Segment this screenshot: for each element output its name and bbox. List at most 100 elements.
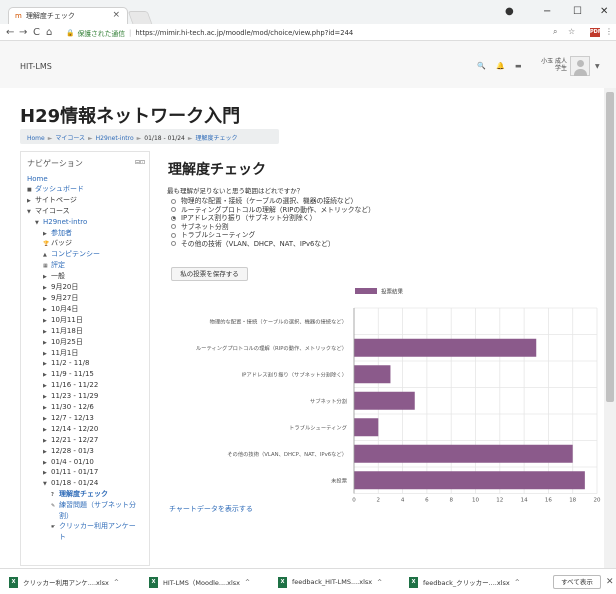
scrollbar-thumb[interactable] xyxy=(606,92,614,402)
nav-tree-item[interactable]: ▶ 11/30 - 12/6 xyxy=(27,403,147,414)
user-menu-name[interactable]: 小玉 成人 学生 xyxy=(537,58,567,72)
back-icon[interactable]: ← xyxy=(6,27,14,38)
nav-tree-item[interactable]: ■ ダッシュボード xyxy=(27,185,147,196)
download-options-caret-icon[interactable]: ^ xyxy=(515,579,520,586)
browser-tab[interactable]: m 理解度チェック × xyxy=(8,7,128,24)
nav-tree-item[interactable]: ▼ H29net-intro xyxy=(27,218,147,229)
page-scrollbar[interactable] xyxy=(604,88,616,568)
nav-tree-item[interactable]: ▶ 12/7 - 12/13 xyxy=(27,414,147,425)
site-brand[interactable]: HIT-LMS xyxy=(20,62,52,71)
nav-tree-item[interactable]: ▶ 10月4日 xyxy=(27,305,147,316)
choice-option[interactable]: ルーティングプロトコルの理解（RIPの動作、メトリックなど） xyxy=(171,206,375,215)
new-tab-button[interactable] xyxy=(127,11,153,24)
download-shelf: X クリッカー利用アンケ....xlsx ^ X HIT-LMS（Moodle....x… xyxy=(0,568,616,594)
nav-tree-item[interactable]: ▶ 11月1日 xyxy=(27,349,147,360)
forward-icon[interactable]: → xyxy=(19,27,27,38)
radio-button[interactable] xyxy=(171,207,176,213)
nav-tree-arrow-icon: ▼ xyxy=(43,481,47,488)
user-menu-caret-icon[interactable]: ▼ xyxy=(595,63,600,70)
x-tick-label: 14 xyxy=(521,498,528,504)
nav-tree-item[interactable]: ▶ 11月18日 xyxy=(27,327,147,338)
search-icon[interactable]: 🔍 xyxy=(477,62,486,70)
pdf-extension-icon[interactable]: PDF xyxy=(590,28,601,37)
choice-option[interactable]: 物理的な配置・接続（ケーブルの選択、機器の接続など） xyxy=(171,197,375,206)
excel-file-icon: X xyxy=(9,576,18,588)
show-all-downloads-button[interactable]: すべて表示 xyxy=(553,575,601,589)
radio-button[interactable] xyxy=(171,241,176,247)
url-field[interactable]: 🔒 保護された通信 | https://mimir.hi-tech.ac.jp/… xyxy=(62,26,588,39)
nav-tree-item[interactable]: ▶ 11/9 - 11/15 xyxy=(27,370,147,381)
nav-tree-item[interactable]: Home xyxy=(27,175,147,185)
download-item[interactable]: Xfeedback_HIT-LMS....xlsx ^ xyxy=(278,575,382,589)
message-icon[interactable]: ▬ xyxy=(515,62,522,70)
nav-tree-item[interactable]: ▼ マイコース xyxy=(27,207,147,218)
download-options-caret-icon[interactable]: ^ xyxy=(377,579,382,586)
breadcrumb-item[interactable]: H29net-intro xyxy=(96,135,134,142)
nav-tree-item[interactable]: ☛ クリッカー利用アンケー xyxy=(27,522,147,533)
nav-tree-item[interactable]: ▶ 11/2 - 11/8 xyxy=(27,359,147,370)
nav-tree-item[interactable]: ▶ 01/4 - 01/10 xyxy=(27,458,147,469)
nav-tree-item[interactable]: ▶ 参加者 xyxy=(27,229,147,240)
download-options-caret-icon[interactable]: ^ xyxy=(245,579,250,586)
nav-tree-label: ト xyxy=(59,532,66,541)
nav-tree-label: 10月4日 xyxy=(51,304,79,313)
nav-tree-item[interactable]: ▶ 10月25日 xyxy=(27,338,147,349)
minimize-icon[interactable]: − xyxy=(543,6,551,17)
notification-bell-icon[interactable]: 🔔 xyxy=(496,62,505,70)
nav-tree-item[interactable]: ト xyxy=(27,533,147,543)
choice-option[interactable]: その他の技術（VLAN、DHCP、NAT、IPv6など） xyxy=(171,240,375,249)
breadcrumb-separator-icon: ► xyxy=(136,135,142,142)
radio-button[interactable] xyxy=(171,224,176,230)
radio-button[interactable] xyxy=(171,232,176,238)
download-item[interactable]: X クリッカー利用アンケ....xlsx ^ xyxy=(9,575,119,589)
nav-tree-item[interactable]: ▶ 11/23 - 11/29 xyxy=(27,392,147,403)
radio-button[interactable] xyxy=(171,198,176,204)
browser-titlebar: m 理解度チェック × ● − ☐ ✕ xyxy=(0,0,616,24)
breadcrumb-item[interactable]: マイコース xyxy=(55,135,85,142)
nav-tree-item[interactable]: ? 理解度チェック xyxy=(27,490,147,501)
bookmark-star-icon[interactable]: ☆ xyxy=(568,27,575,36)
user-profile-icon[interactable]: ● xyxy=(505,6,514,17)
nav-tree-item[interactable]: 割） xyxy=(27,512,147,522)
reload-icon[interactable]: C xyxy=(33,27,40,38)
radio-button[interactable] xyxy=(171,215,176,221)
save-vote-button[interactable]: 私の投票を保存する xyxy=(171,267,248,281)
nav-tree-label: 11月1日 xyxy=(51,348,79,357)
avatar[interactable] xyxy=(570,56,590,76)
nav-tree-item[interactable]: ✎ 練習問題（サブネット分 xyxy=(27,501,147,512)
browser-menu-icon[interactable]: ⋮ xyxy=(605,27,613,36)
nav-tree-item[interactable]: ▶ 10月11日 xyxy=(27,316,147,327)
choice-option-label: サブネット分割 xyxy=(181,222,229,231)
breadcrumb-item[interactable]: Home xyxy=(27,135,45,142)
nav-tree-label: 9月27日 xyxy=(51,293,79,302)
close-window-icon[interactable]: ✕ xyxy=(600,6,608,17)
choice-option[interactable]: トラブルシューティング xyxy=(171,231,375,240)
breadcrumb-item[interactable]: 理解度チェック xyxy=(195,135,237,142)
choice-option[interactable]: サブネット分割 xyxy=(171,223,375,232)
nav-tree-item[interactable]: ▶ 12/28 - 01/3 xyxy=(27,447,147,458)
home-icon[interactable]: ⌂ xyxy=(46,27,52,38)
nav-tree-item[interactable]: ▶ 12/14 - 12/20 xyxy=(27,425,147,436)
nav-tree-item[interactable]: ▶ 01/11 - 01/17 xyxy=(27,468,147,479)
nav-tree-label: 11/9 - 11/15 xyxy=(51,370,94,379)
nav-tree-item[interactable]: ▶ 一般 xyxy=(27,272,147,283)
nav-tree-item[interactable]: ▶ 9月27日 xyxy=(27,294,147,305)
download-item[interactable]: Xfeedback_クリッカー....xlsx ^ xyxy=(409,575,520,589)
tab-close-icon[interactable]: × xyxy=(112,10,120,20)
close-download-shelf-icon[interactable]: ✕ xyxy=(606,577,614,587)
nav-tree-item[interactable]: ▲ コンピテンシー xyxy=(27,250,147,261)
download-item[interactable]: X HIT-LMS（Moodle....xlsx ^ xyxy=(149,575,250,589)
nav-tree-item[interactable]: ▶ 9月20日 xyxy=(27,283,147,294)
choice-option[interactable]: IPアドレス割り振り（サブネット分割除く） xyxy=(171,214,375,223)
zoom-icon[interactable]: ⌕ xyxy=(553,27,557,37)
show-chart-data-link[interactable]: チャートデータを表示する xyxy=(169,504,253,514)
maximize-icon[interactable]: ☐ xyxy=(573,6,582,17)
nav-tree-item[interactable]: ▦ 評定 xyxy=(27,261,147,272)
block-controls-icon[interactable]: ⊟⊡ xyxy=(135,159,145,166)
nav-tree-item[interactable]: ▼ 01/18 - 01/24 xyxy=(27,479,147,490)
nav-tree-item[interactable]: ▶ 11/16 - 11/22 xyxy=(27,381,147,392)
nav-tree-item[interactable]: ▶ 12/21 - 12/27 xyxy=(27,436,147,447)
nav-tree-item[interactable]: ▶ サイトページ xyxy=(27,196,147,207)
nav-tree-arrow-icon: ▶ xyxy=(43,274,47,281)
download-options-caret-icon[interactable]: ^ xyxy=(114,579,119,586)
